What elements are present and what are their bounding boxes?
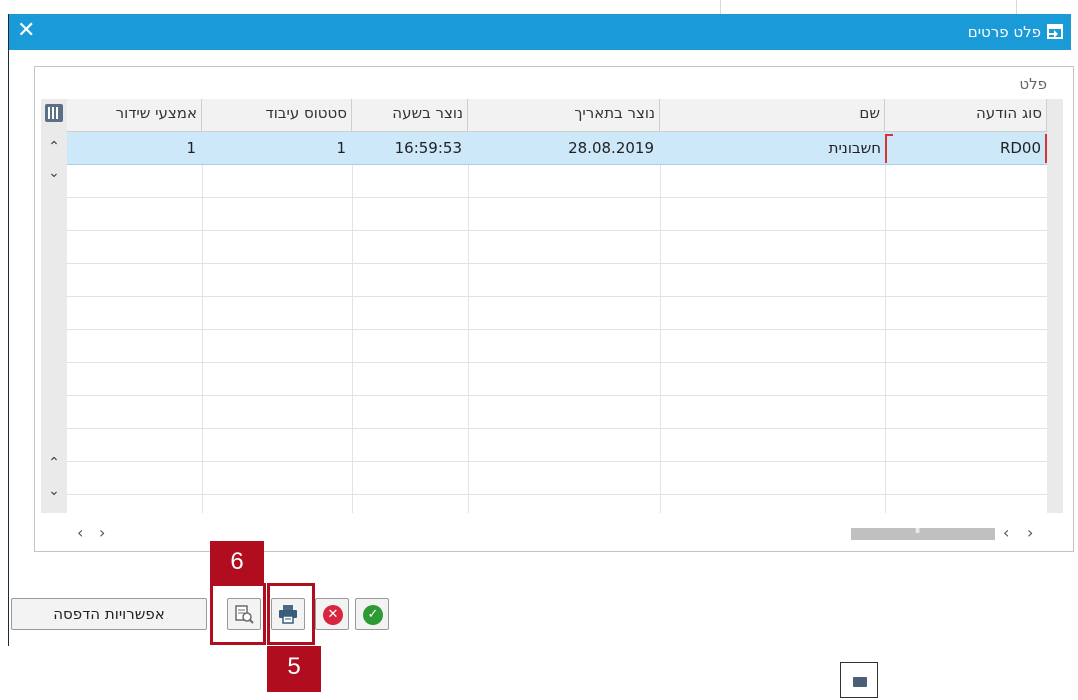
column-header-name[interactable]: שם <box>660 99 885 132</box>
table-row[interactable] <box>67 363 1047 396</box>
cell-created-time: 16:59:53 <box>394 139 462 157</box>
confirm-icon: ✓ <box>363 605 383 625</box>
cell-name: חשבונית <box>828 139 881 157</box>
scroll-page-down-icon[interactable]: ⌄ <box>46 483 62 499</box>
cell-processing-status: 1 <box>336 139 346 157</box>
background-window-strip <box>0 0 1078 14</box>
row-selector-column: ⌃ ⌄ ⌃ ⌄ <box>41 99 67 513</box>
cell-transmission-medium: 1 <box>186 139 196 157</box>
horizontal-scrollbar[interactable]: ‹ › ‹ › <box>41 521 1063 545</box>
print-options-button[interactable]: אפשרויות הדפסה <box>11 598 207 630</box>
column-header-transmission-medium[interactable]: אמצעי שידור <box>67 99 202 132</box>
annotation-box-print-preview <box>210 583 266 645</box>
output-table: ⌃ ⌄ ⌃ ⌄ אמצעי שידור סטטוס עיבוד נוצר בשע… <box>41 99 1063 513</box>
scroll-right-icon[interactable]: › <box>1027 523 1033 542</box>
dialog-titlebar: ✕ פלט פרטים <box>9 14 1071 50</box>
scroll-down-icon[interactable]: ⌄ <box>46 165 62 181</box>
confirm-button[interactable]: ✓ <box>355 598 389 630</box>
column-header-message-type[interactable]: סוג הודעה <box>885 99 1047 132</box>
cell-created-date: 28.08.2019 <box>568 139 654 157</box>
background-window-icon <box>840 662 878 698</box>
column-header-created-time[interactable]: נוצר בשעה <box>352 99 468 132</box>
dialog-title: פלט פרטים <box>967 23 1041 41</box>
annotation-label: 6 <box>210 541 264 585</box>
table-row[interactable] <box>67 297 1047 330</box>
close-icon[interactable]: ✕ <box>17 19 35 43</box>
annotation-box-print <box>267 583 315 645</box>
table-row[interactable] <box>67 396 1047 429</box>
scroll-left-icon[interactable]: ‹ <box>77 523 83 542</box>
cancel-icon: ✕ <box>323 605 343 625</box>
table-row[interactable] <box>67 429 1047 462</box>
table-row[interactable] <box>67 264 1047 297</box>
window-icon <box>853 677 867 687</box>
background-divider <box>720 0 721 14</box>
output-details-dialog: ✕ פלט פרטים פלט ⌃ ⌄ ⌃ ⌄ אמצעי שידור סטטו… <box>8 14 1074 646</box>
cancel-button[interactable]: ✕ <box>315 598 349 630</box>
table-body: אמצעי שידור סטטוס עיבוד נוצר בשעה נוצר ב… <box>67 99 1063 513</box>
vertical-scrollbar[interactable] <box>1047 99 1063 513</box>
scroll-page-up-icon[interactable]: ⌃ <box>46 455 62 471</box>
scroll-right-icon[interactable]: › <box>99 523 105 542</box>
column-header-processing-status[interactable]: סטטוס עיבוד <box>202 99 352 132</box>
panel-label: פלט <box>1019 75 1047 93</box>
table-row[interactable] <box>67 330 1047 363</box>
background-divider <box>1016 0 1017 14</box>
table-row[interactable] <box>67 198 1047 231</box>
table-row[interactable] <box>67 231 1047 264</box>
output-details-icon <box>1047 24 1063 39</box>
column-header-created-date[interactable]: נוצר בתאריך <box>468 99 660 132</box>
scroll-up-icon[interactable]: ⌃ <box>46 139 62 155</box>
table-settings-icon[interactable] <box>45 104 63 122</box>
annotation-label: 5 <box>267 646 321 692</box>
dialog-footer: אפשרויות הדפסה ✕ ✓ <box>9 598 1071 638</box>
scrollbar-thumb[interactable] <box>851 526 995 540</box>
scroll-left-icon[interactable]: ‹ <box>1003 523 1009 542</box>
table-row[interactable] <box>67 165 1047 198</box>
cell-focus-indicator <box>885 134 1047 163</box>
output-panel: פלט ⌃ ⌄ ⌃ ⌄ אמצעי שידור סטטוס עיבוד נוצר… <box>34 66 1074 552</box>
table-row[interactable]: 1 1 16:59:53 28.08.2019 חשבונית RD00 <box>67 132 1063 165</box>
table-row[interactable] <box>67 462 1047 495</box>
